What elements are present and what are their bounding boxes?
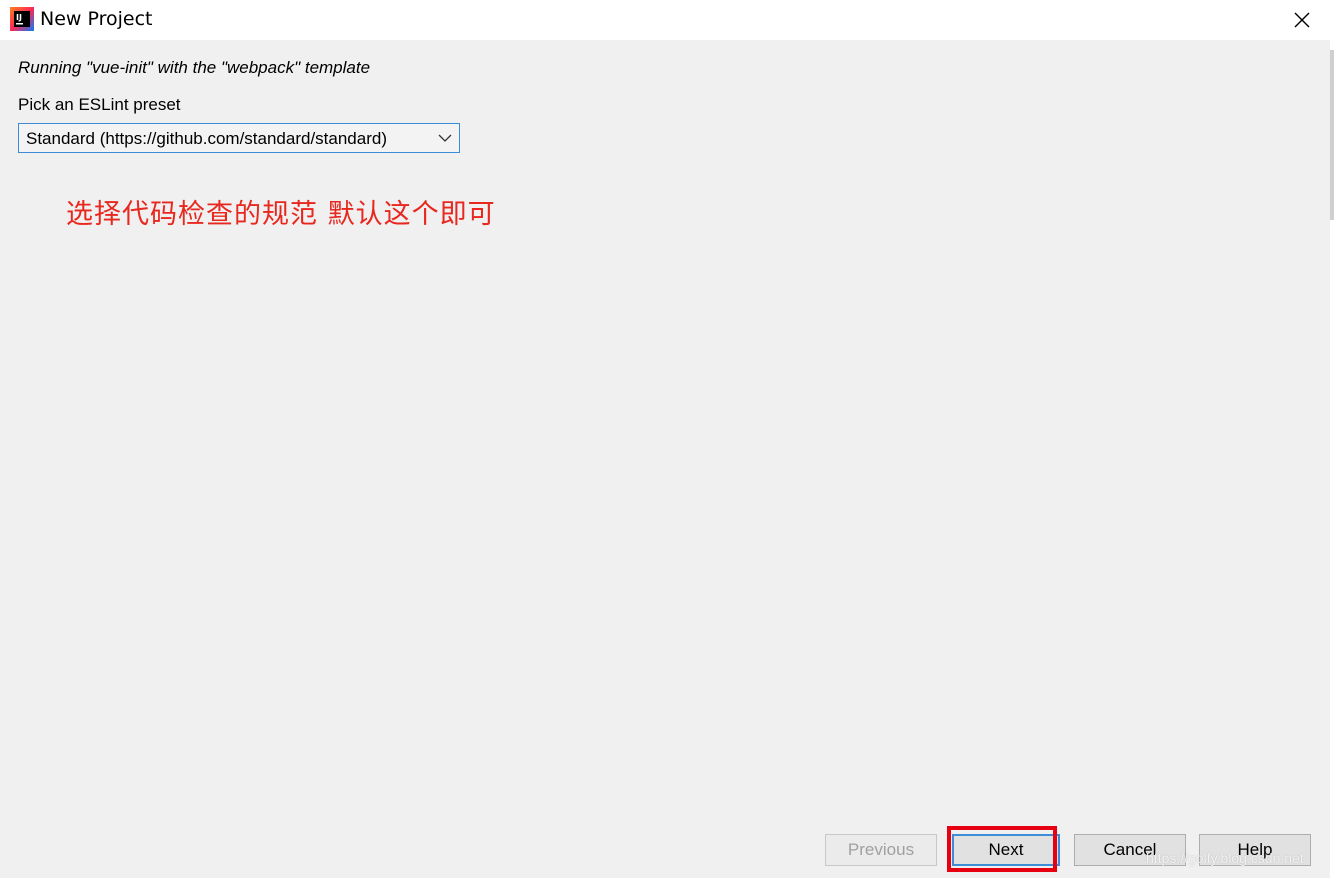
chevron-down-icon [437, 130, 453, 146]
window-title: New Project [40, 8, 153, 30]
intellij-idea-icon: IJ [10, 7, 34, 31]
status-line: Running "vue-init" with the "webpack" te… [18, 58, 371, 77]
close-icon [1294, 12, 1310, 28]
title-bar: IJ New Project [0, 0, 1330, 40]
eslint-preset-select[interactable]: Standard (https://github.com/standard/st… [18, 123, 460, 153]
red-annotation: 选择代码检查的规范 默认这个即可 [66, 199, 496, 230]
eslint-preset-value: Standard (https://github.com/standard/st… [26, 129, 387, 148]
previous-button[interactable]: Previous [825, 834, 937, 866]
scrollbar-thumb [1330, 50, 1334, 220]
new-project-dialog: IJ New Project Running "vue-init" with t… [0, 0, 1331, 878]
close-button[interactable] [1290, 8, 1314, 32]
background-scrollbar [1330, 0, 1334, 878]
help-button[interactable]: Help [1199, 834, 1311, 866]
next-button[interactable]: Next [952, 834, 1060, 866]
dialog-content: Running "vue-init" with the "webpack" te… [0, 40, 1330, 878]
cancel-button[interactable]: Cancel [1074, 834, 1186, 866]
eslint-preset-label: Pick an ESLint preset [18, 95, 181, 114]
app-icon-label: IJ [16, 13, 22, 22]
